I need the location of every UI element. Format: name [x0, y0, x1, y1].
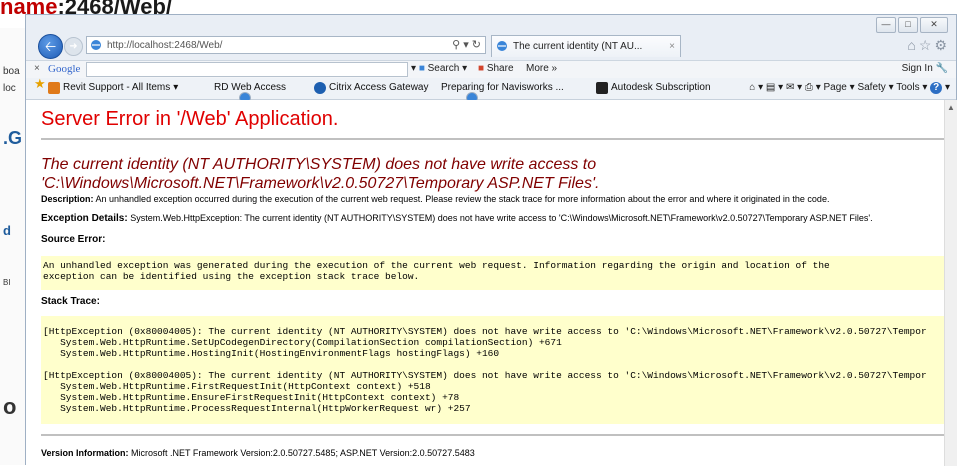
home-icon[interactable]: ⌂ [907, 37, 918, 53]
tab-label: The current identity (NT AU... [513, 41, 643, 52]
office-icon [48, 82, 60, 94]
favorite-item[interactable]: Autodesk Subscription [596, 78, 711, 98]
scroll-up-icon[interactable]: ▲ [947, 103, 955, 112]
window-controls: — □ ✕ [876, 17, 948, 33]
google-search-button[interactable]: ▾ ■ Search ▾ [411, 61, 467, 77]
page-favicon-icon [91, 40, 101, 50]
favorites-star-icon[interactable]: ☆ [919, 37, 935, 53]
print-icon[interactable]: ⎙ [805, 82, 813, 93]
page-content: Server Error in '/Web' Application. The … [26, 100, 944, 466]
divider [41, 138, 944, 140]
tools-menu[interactable]: Tools ▾ [896, 82, 927, 93]
favorites-bar: ★ Revit Support - All Items ▾ RD Web Acce… [26, 77, 956, 104]
back-button[interactable]: 🡠 [38, 34, 63, 59]
address-url[interactable]: http://localhost:2468/Web/ [107, 37, 222, 54]
navigation-bar: 🡠 ➜ http://localhost:2468/Web/ ⚲ ▾ ↻ The… [26, 33, 956, 59]
error-title: Server Error in '/Web' Application. [41, 108, 339, 130]
background-fragment: BI [3, 278, 11, 287]
stack-trace-box: [HttpException (0x80004005): The current… [41, 316, 944, 424]
mail-icon[interactable]: ✉ [786, 82, 794, 93]
gear-icon[interactable]: ⚙ [934, 37, 950, 53]
background-fragment: d [3, 223, 11, 238]
tab-current-identity[interactable]: The current identity (NT AU... × [491, 35, 681, 57]
google-toolbar: × Google ▾ ■ Search ▾ ■ Share More » Sig… [26, 60, 956, 79]
maximize-button[interactable]: □ [898, 17, 918, 33]
address-bar[interactable]: http://localhost:2468/Web/ ⚲ ▾ ↻ [86, 36, 486, 54]
divider [41, 434, 944, 436]
exception-details: Exception Details: System.Web.HttpExcept… [41, 213, 873, 224]
autodesk-icon [596, 82, 608, 94]
search-icon[interactable]: ⚲ [452, 39, 460, 51]
google-share-button[interactable]: ■ Share [478, 61, 514, 77]
browser-window: — □ ✕ 🡠 ➜ http://localhost:2468/Web/ ⚲ ▾… [25, 14, 957, 466]
feeds-icon[interactable]: ▤ [766, 82, 775, 93]
favorite-item[interactable]: Preparing for Navisworks ... [441, 78, 564, 104]
source-error-box: An unhandled exception was generated dur… [41, 256, 944, 290]
google-logo: Google [48, 63, 81, 75]
error-message: The current identity (NT AUTHORITY\SYSTE… [41, 156, 600, 192]
google-toolbar-close-icon[interactable]: × [34, 61, 40, 77]
refresh-icon[interactable]: ↻ [472, 39, 481, 51]
home-icon[interactable]: ⌂ [749, 82, 755, 93]
google-more-button[interactable]: More » [526, 61, 557, 77]
favorite-item[interactable]: Citrix Access Gateway [314, 78, 428, 98]
help-icon[interactable]: ? [930, 82, 943, 94]
google-search-input[interactable] [86, 62, 408, 77]
wrench-icon[interactable]: 🔧 [936, 63, 948, 74]
browser-toolbar-icons: ⌂☆⚙ [907, 37, 950, 54]
favorites-star-icon[interactable]: ★ [34, 77, 46, 90]
address-controls: ⚲ ▾ ↻ [452, 39, 481, 51]
citrix-icon [314, 82, 326, 94]
description: Description: An unhandled exception occu… [41, 194, 830, 204]
source-error-label: Source Error: [41, 234, 106, 245]
tab-close-icon[interactable]: × [669, 36, 675, 57]
favorite-item[interactable]: Revit Support - All Items ▾ [48, 78, 178, 98]
page-menu[interactable]: Page ▾ [824, 82, 855, 93]
background-fragment: boa [3, 66, 20, 77]
safety-menu[interactable]: Safety ▾ [857, 82, 893, 93]
forward-button[interactable]: ➜ [64, 37, 83, 56]
background-fragment: o [3, 394, 17, 419]
command-bar: ⌂ ▾ ▤ ▾ ✉ ▾ ⎙ ▾ Page ▾ Safety ▾ Tools ▾ … [749, 82, 950, 94]
version-information: Version Information: Microsoft .NET Fram… [41, 448, 475, 458]
favorite-item[interactable]: RD Web Access [214, 78, 286, 104]
minimize-button[interactable]: — [876, 17, 896, 33]
tab-favicon-icon [497, 41, 507, 51]
background-fragment: loc [3, 83, 16, 94]
vertical-scrollbar[interactable]: ▲ [944, 100, 957, 466]
google-sign-in-link[interactable]: Sign In 🔧 [902, 61, 948, 77]
background-fragment: .G [3, 128, 23, 148]
close-button[interactable]: ✕ [920, 17, 948, 33]
stack-trace-label: Stack Trace: [41, 296, 100, 307]
